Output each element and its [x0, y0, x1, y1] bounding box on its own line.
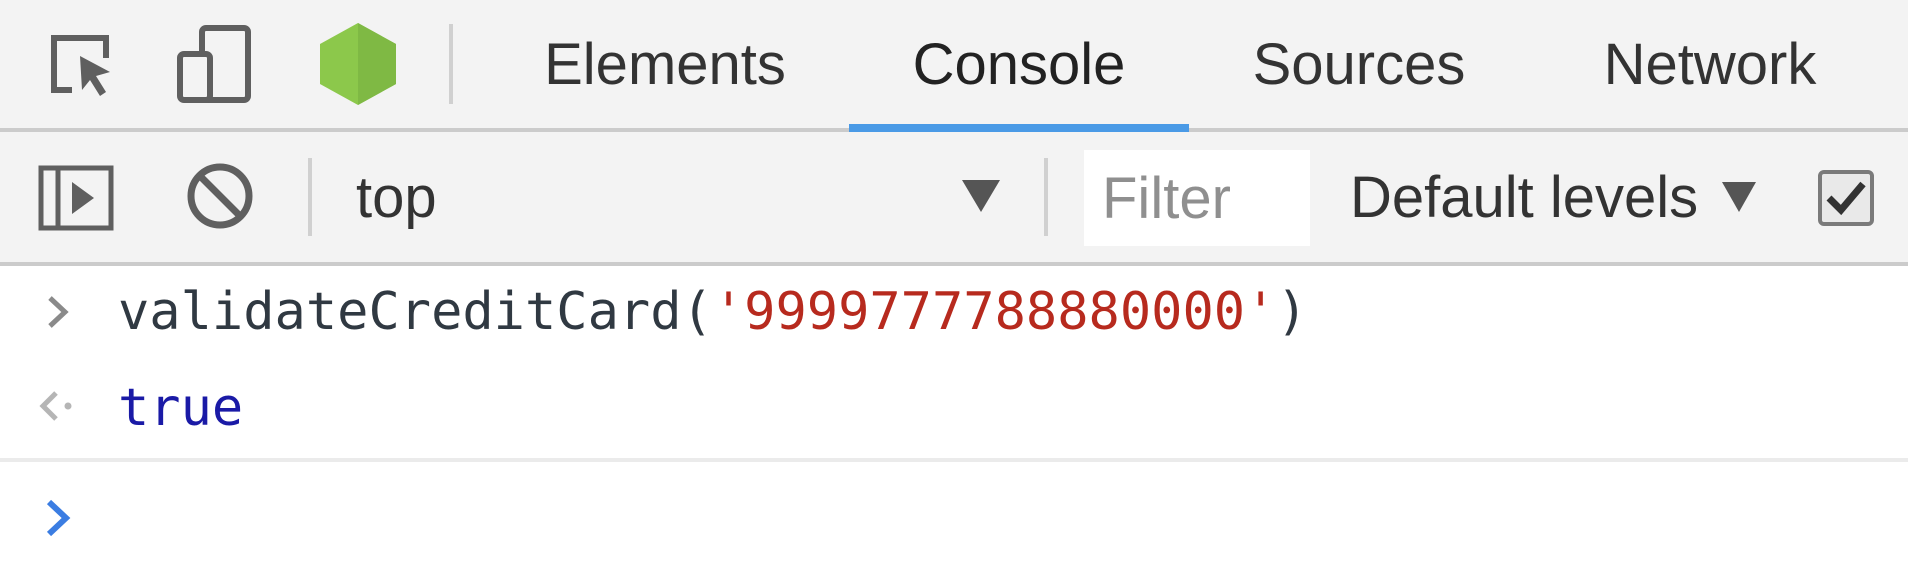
console-toolbar: top Default levels: [0, 132, 1908, 266]
show-sidebar-icon[interactable]: [36, 162, 116, 234]
console-result-value: true: [118, 378, 244, 438]
checkmark-icon: [1826, 181, 1866, 216]
console-input-code: validateCreditCard('9999777788880000'): [118, 282, 1308, 342]
context-selector-value: top: [356, 164, 437, 230]
function-name: validateCreditCard: [118, 282, 682, 342]
node-hexagon-icon[interactable]: [316, 0, 400, 128]
tab-bar-divider: [449, 24, 453, 104]
open-paren: (: [681, 282, 713, 342]
console-result-message: true: [0, 358, 1908, 456]
context-selector[interactable]: top: [340, 132, 1020, 262]
tab-console[interactable]: Console: [849, 0, 1189, 128]
group-similar-checkbox[interactable]: [1818, 170, 1874, 226]
caret-down-icon: [1722, 182, 1757, 212]
string-argument: '9999777788880000': [712, 282, 1277, 342]
close-paren: ): [1276, 282, 1308, 342]
tab-sources[interactable]: Sources: [1234, 0, 1484, 128]
inspect-element-icon[interactable]: [40, 0, 120, 128]
prompt-chevron-icon: [38, 496, 78, 540]
filter-input[interactable]: [1084, 150, 1310, 246]
toolbar-divider: [308, 158, 312, 236]
device-toolbar-icon[interactable]: [172, 0, 256, 128]
console-prompt[interactable]: [0, 462, 1908, 562]
log-levels-label: Default levels: [1350, 164, 1699, 230]
input-chevron-icon: [38, 292, 78, 332]
tab-elements[interactable]: Elements: [530, 0, 800, 128]
console-input-message: validateCreditCard('9999777788880000'): [0, 266, 1908, 358]
console-output: validateCreditCard('9999777788880000') t…: [0, 266, 1908, 576]
log-levels-dropdown[interactable]: Default levels: [1350, 132, 1757, 262]
result-arrow-icon: [38, 386, 78, 426]
caret-down-icon: [962, 180, 1000, 212]
tab-network[interactable]: Network: [1580, 0, 1840, 128]
devtools-tab-bar: Elements Console Sources Network: [0, 0, 1908, 132]
active-tab-indicator: [849, 124, 1189, 132]
clear-console-icon[interactable]: [184, 160, 256, 232]
toolbar-divider: [1044, 158, 1048, 236]
